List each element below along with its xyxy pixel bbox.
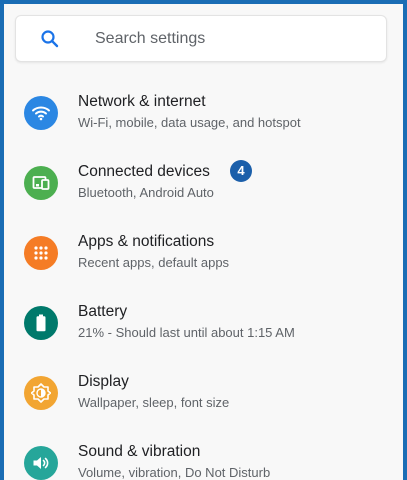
battery-icon xyxy=(24,306,58,340)
settings-item-battery[interactable]: Battery 21% - Should last until about 1:… xyxy=(4,292,403,354)
settings-screen: Search settings Network & internet Wi-Fi… xyxy=(4,4,403,480)
settings-item-subtitle: Wi-Fi, mobile, data usage, and hotspot xyxy=(78,115,301,130)
settings-item-subtitle: Bluetooth, Android Auto xyxy=(78,185,214,200)
settings-item-display[interactable]: Display Wallpaper, sleep, font size xyxy=(4,362,403,424)
settings-item-title: Battery xyxy=(78,303,128,320)
settings-item-subtitle: Volume, vibration, Do Not Disturb xyxy=(78,465,271,480)
brightness-icon xyxy=(24,376,58,410)
apps-grid-icon xyxy=(24,236,58,270)
connected-devices-icon xyxy=(24,166,58,200)
settings-item-connected-devices[interactable]: Connected devices 4 Bluetooth, Android A… xyxy=(4,152,403,214)
settings-item-title: Display xyxy=(78,373,129,390)
settings-item-sound[interactable]: Sound & vibration Volume, vibration, Do … xyxy=(4,432,403,480)
settings-item-title: Network & internet xyxy=(78,93,206,110)
search-icon xyxy=(41,30,59,48)
settings-item-subtitle: Wallpaper, sleep, font size xyxy=(78,395,230,410)
settings-item-title: Connected devices xyxy=(78,163,210,180)
wifi-icon xyxy=(24,96,58,130)
settings-item-subtitle: Recent apps, default apps xyxy=(78,255,230,270)
settings-item-subtitle: 21% - Should last until about 1:15 AM xyxy=(78,325,295,340)
notification-badge: 4 xyxy=(230,160,252,182)
search-bar[interactable]: Search settings xyxy=(15,15,387,62)
volume-icon xyxy=(24,446,58,480)
search-placeholder: Search settings xyxy=(95,30,206,47)
settings-item-apps[interactable]: Apps & notifications Recent apps, defaul… xyxy=(4,222,403,284)
settings-item-title: Apps & notifications xyxy=(78,233,215,250)
settings-item-title: Sound & vibration xyxy=(78,443,201,460)
settings-item-network[interactable]: Network & internet Wi-Fi, mobile, data u… xyxy=(4,82,403,144)
